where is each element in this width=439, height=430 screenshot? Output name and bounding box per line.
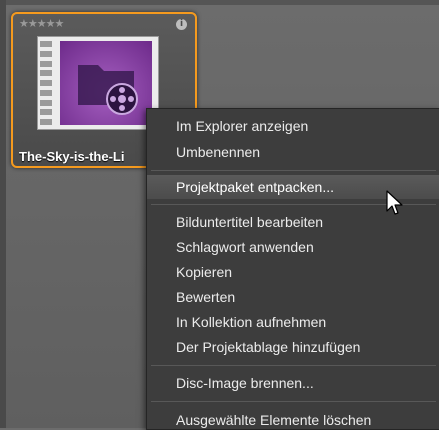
menu-item-show-in-explorer[interactable]: Im Explorer anzeigen (147, 114, 439, 138)
menu-separator (151, 401, 436, 402)
menu-separator (151, 365, 436, 366)
menu-separator (151, 170, 436, 171)
context-menu: Im Explorer anzeigen Umbenennen Projektp… (146, 108, 439, 430)
menu-item-copy[interactable]: Kopieren (147, 260, 439, 284)
rating-stars[interactable]: ★★★★★ (19, 17, 64, 30)
menu-item-add-to-project-bin[interactable]: Der Projektablage hinzufügen (147, 335, 439, 359)
info-icon[interactable]: i (176, 19, 187, 30)
menu-item-rename[interactable]: Umbenennen (147, 140, 439, 164)
thumbnail-artwork (60, 41, 152, 125)
menu-item-delete-selected[interactable]: Ausgewählte Elemente löschen (147, 408, 439, 429)
window-left-edge (0, 0, 6, 428)
menu-item-burn-disc-image[interactable]: Disc-Image brennen... (147, 371, 439, 395)
folder-icon (78, 65, 138, 115)
menu-item-apply-tag[interactable]: Schlagwort anwenden (147, 235, 439, 259)
film-strip-icon (40, 41, 54, 125)
mouse-pointer-icon (386, 190, 403, 215)
window-top-edge (0, 0, 439, 5)
menu-item-rate[interactable]: Bewerten (147, 285, 439, 309)
menu-item-add-to-collection[interactable]: In Kollektion aufnehmen (147, 310, 439, 334)
project-thumbnail (37, 36, 159, 130)
